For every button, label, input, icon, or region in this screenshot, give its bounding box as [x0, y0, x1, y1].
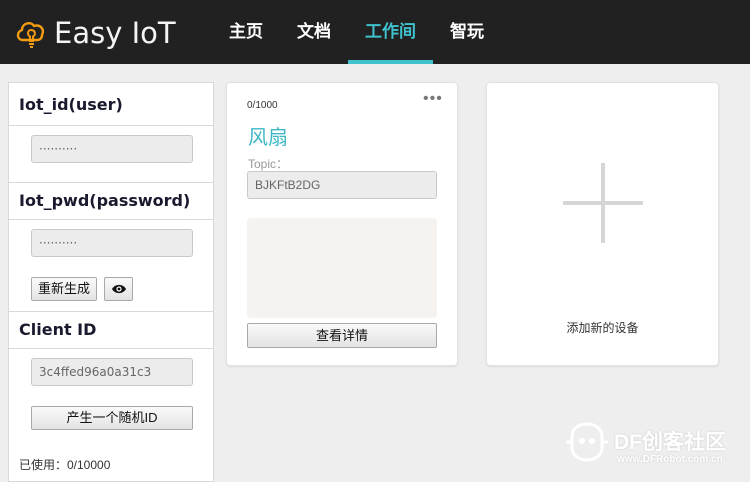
iot-id-title: Iot_id(user) [19, 95, 123, 114]
add-device-card[interactable]: 添加新的设备 [486, 82, 719, 366]
random-id-button[interactable]: 产生一个随机ID [31, 406, 193, 430]
divider [9, 125, 213, 126]
nav-workshop[interactable]: 工作间 [348, 0, 433, 64]
iot-pwd-title: Iot_pwd(password) [19, 191, 191, 210]
divider [9, 348, 213, 349]
regenerate-button[interactable]: 重新生成 [31, 277, 97, 301]
client-id-field[interactable]: 3c4ffed96a0a31c3 [31, 358, 193, 386]
usage-text: 已使用：0/10000 [19, 458, 111, 472]
cloud-bulb-icon [16, 22, 45, 48]
iot-pwd-field[interactable]: ·········· [31, 229, 193, 257]
device-preview [247, 218, 437, 318]
toggle-password-button[interactable] [104, 277, 133, 301]
nav-play[interactable]: 智玩 [449, 0, 485, 64]
divider [9, 219, 213, 220]
more-options-icon[interactable]: ••• [423, 91, 443, 107]
client-id-title: Client ID [19, 320, 97, 339]
dfrobot-logo-icon [566, 422, 608, 462]
nav-home[interactable]: 主页 [228, 0, 264, 64]
view-details-button[interactable]: 查看详情 [247, 323, 437, 348]
device-name: 风扇 [248, 127, 288, 149]
plus-icon [563, 201, 643, 205]
brand-name: Easy IoT [54, 16, 176, 50]
message-count: 0/1000 [247, 100, 278, 111]
top-nav: Easy IoT 主页 文档 工作间 智玩 [0, 0, 750, 64]
watermark-url: www.DFRobot.com.cn [617, 454, 723, 465]
topic-field[interactable]: BJKFtB2DG [247, 171, 437, 199]
topic-label: Topic： [248, 157, 289, 171]
eye-icon [112, 284, 126, 294]
brand[interactable]: Easy IoT [14, 14, 176, 52]
iot-id-field[interactable]: ·········· [31, 135, 193, 163]
credentials-panel: Iot_id(user) ·········· Iot_pwd(password… [8, 82, 214, 482]
add-device-label: 添加新的设备 [566, 321, 639, 335]
nav-docs[interactable]: 文档 [296, 0, 332, 64]
watermark: DF创客社区 www.DFRobot.com.cn [562, 420, 750, 482]
watermark-text: DF创客社区 [614, 431, 726, 454]
device-card: 0/1000 ••• 风扇 Topic： BJKFtB2DG 查看详情 [226, 82, 458, 366]
